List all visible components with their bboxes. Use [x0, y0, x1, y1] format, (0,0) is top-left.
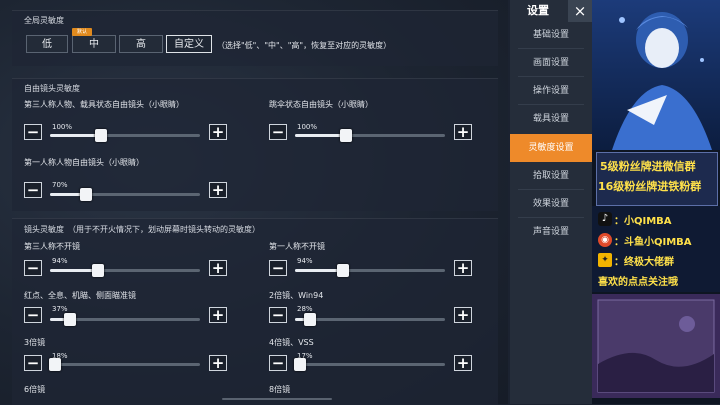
divider	[518, 104, 584, 105]
sidebar-item-sensitivity[interactable]: 灵敏度设置	[510, 134, 592, 162]
slider-fill	[295, 134, 346, 137]
slider-percent: 94%	[52, 257, 68, 265]
slider-label: 4倍镜、VSS	[269, 338, 314, 347]
slider-label: 6倍镜	[24, 385, 46, 394]
divider	[518, 48, 584, 49]
slider-track[interactable]	[50, 264, 200, 277]
divider	[518, 76, 584, 77]
sensitivity-option-high[interactable]: 高	[119, 35, 163, 53]
slider-percent: 100%	[52, 123, 73, 131]
increase-button[interactable]: +	[454, 260, 472, 276]
increase-button[interactable]: +	[209, 182, 227, 198]
slider-label: 第三人称不开镜	[24, 242, 80, 251]
section-title-global-sensitivity: 全局灵敏度	[24, 16, 64, 25]
increase-button[interactable]: +	[209, 355, 227, 371]
slider-label: 跳伞状态自由镜头（小眼睛）	[269, 100, 373, 109]
decrease-button[interactable]: −	[24, 307, 42, 323]
sidebar-item-sound[interactable]: 声音设置	[510, 219, 592, 245]
slider-percent: 70%	[52, 181, 68, 189]
social-handle: ：终极大佬群	[614, 257, 674, 268]
tagline: 喜欢的点点关注哦	[598, 277, 678, 288]
divider	[518, 217, 584, 218]
increase-button[interactable]: +	[209, 307, 227, 323]
sidebar-item-basic[interactable]: 基础设置	[510, 22, 592, 48]
increase-button[interactable]: +	[454, 307, 472, 323]
decrease-button[interactable]: −	[24, 182, 42, 198]
slider-label: 8倍镜	[269, 385, 291, 394]
streamer-banner: 5级粉丝牌进微信群 16级粉丝牌进铁粉群 ♪ ：小QIMBA ◉ ：斗鱼小QIM…	[592, 0, 720, 404]
settings-sidebar: 设置 × 基础设置 画面设置 操作设置 载具设置 灵敏度设置 拾取设置 效果设置…	[510, 0, 592, 404]
slider-label: 第一人称人物自由镜头（小眼睛）	[24, 158, 144, 167]
slider-handle[interactable]	[95, 129, 107, 142]
scroll-indicator[interactable]	[222, 398, 332, 400]
banner-artwork	[592, 294, 720, 398]
section-title-lens-sensitivity: 镜头灵敏度 （用于不开火情况下，划动屏幕时镜头转动的灵敏度）	[24, 225, 260, 234]
slider-track[interactable]	[295, 313, 445, 326]
tiktok-icon: ♪	[598, 212, 612, 226]
sensitivity-option-custom[interactable]: 自定义	[166, 35, 212, 53]
slider-percent: 37%	[52, 305, 68, 313]
promo-line: 16级粉丝牌进铁粉群	[598, 180, 702, 193]
slider-handle[interactable]	[80, 188, 92, 201]
slider-track[interactable]	[50, 313, 200, 326]
decrease-button[interactable]: −	[269, 307, 287, 323]
close-button[interactable]: ×	[568, 0, 592, 22]
slider-track[interactable]	[50, 188, 200, 201]
increase-button[interactable]: +	[209, 260, 227, 276]
slider-percent: 100%	[297, 123, 318, 131]
character-portrait	[592, 0, 720, 150]
increase-button[interactable]: +	[454, 124, 472, 140]
social-handle: ：小QIMBA	[614, 216, 672, 227]
slider-fill	[295, 269, 343, 272]
decrease-button[interactable]: −	[269, 124, 287, 140]
lens-sensitivity-section: 镜头灵敏度 （用于不开火情况下，划动屏幕时镜头转动的灵敏度）	[12, 218, 498, 405]
slider-handle[interactable]	[92, 264, 104, 277]
slider-track[interactable]	[295, 264, 445, 277]
slider-handle[interactable]	[340, 129, 352, 142]
slider-label: 第三人称人物、载具状态自由镜头（小眼睛）	[24, 100, 184, 109]
promo-line: 5级粉丝牌进微信群	[600, 160, 696, 173]
settings-panel: 全局灵敏度 低 中 默认 高 自定义 （选择"低"、"中"、"高"，恢复至对应的…	[0, 0, 508, 405]
slider-track[interactable]	[50, 129, 200, 142]
sidebar-item-pickup[interactable]: 拾取设置	[510, 163, 592, 189]
sensitivity-option-low[interactable]: 低	[26, 35, 68, 53]
slider-track[interactable]	[293, 358, 445, 371]
slider-label: 红点、全息、机瞄、侧面瞄准镜	[24, 291, 136, 300]
slider-handle[interactable]	[293, 358, 306, 371]
increase-button[interactable]: +	[209, 124, 227, 140]
sidebar-item-controls[interactable]: 操作设置	[510, 78, 592, 104]
default-tag: 默认	[72, 28, 92, 36]
settings-title: 设置	[527, 4, 549, 17]
slider-fill	[50, 269, 98, 272]
slider-percent: 28%	[297, 305, 313, 313]
decrease-button[interactable]: −	[269, 355, 287, 371]
decrease-button[interactable]: −	[24, 355, 42, 371]
slider-handle[interactable]	[48, 358, 61, 371]
sidebar-item-graphics[interactable]: 画面设置	[510, 50, 592, 76]
section-title-free-camera: 自由镜头灵敏度	[24, 84, 80, 93]
weibo-icon: ◉	[598, 233, 612, 247]
decrease-button[interactable]: −	[24, 260, 42, 276]
social-handle: ：斗鱼小QIMBA	[614, 237, 692, 248]
slider-label: 2倍镜、Win94	[269, 291, 324, 300]
increase-button[interactable]: +	[454, 355, 472, 371]
sensitivity-hint: （选择"低"、"中"、"高"，恢复至对应的灵敏度）	[217, 41, 392, 50]
slider-handle[interactable]	[337, 264, 349, 277]
group-icon: ✦	[598, 253, 612, 267]
slider-handle[interactable]	[63, 313, 76, 326]
slider-percent: 94%	[297, 257, 313, 265]
slider-track[interactable]	[48, 358, 200, 371]
slider-track[interactable]	[295, 129, 445, 142]
sidebar-item-effects[interactable]: 效果设置	[510, 191, 592, 217]
decrease-button[interactable]: −	[24, 124, 42, 140]
decrease-button[interactable]: −	[269, 260, 287, 276]
sidebar-item-vehicle[interactable]: 载具设置	[510, 106, 592, 132]
slider-label: 3倍镜	[24, 338, 46, 347]
sensitivity-option-medium[interactable]: 中	[72, 35, 116, 53]
slider-handle[interactable]	[304, 313, 316, 326]
slider-fill	[50, 134, 101, 137]
divider	[518, 189, 584, 190]
slider-label: 第一人称不开镜	[269, 242, 325, 251]
